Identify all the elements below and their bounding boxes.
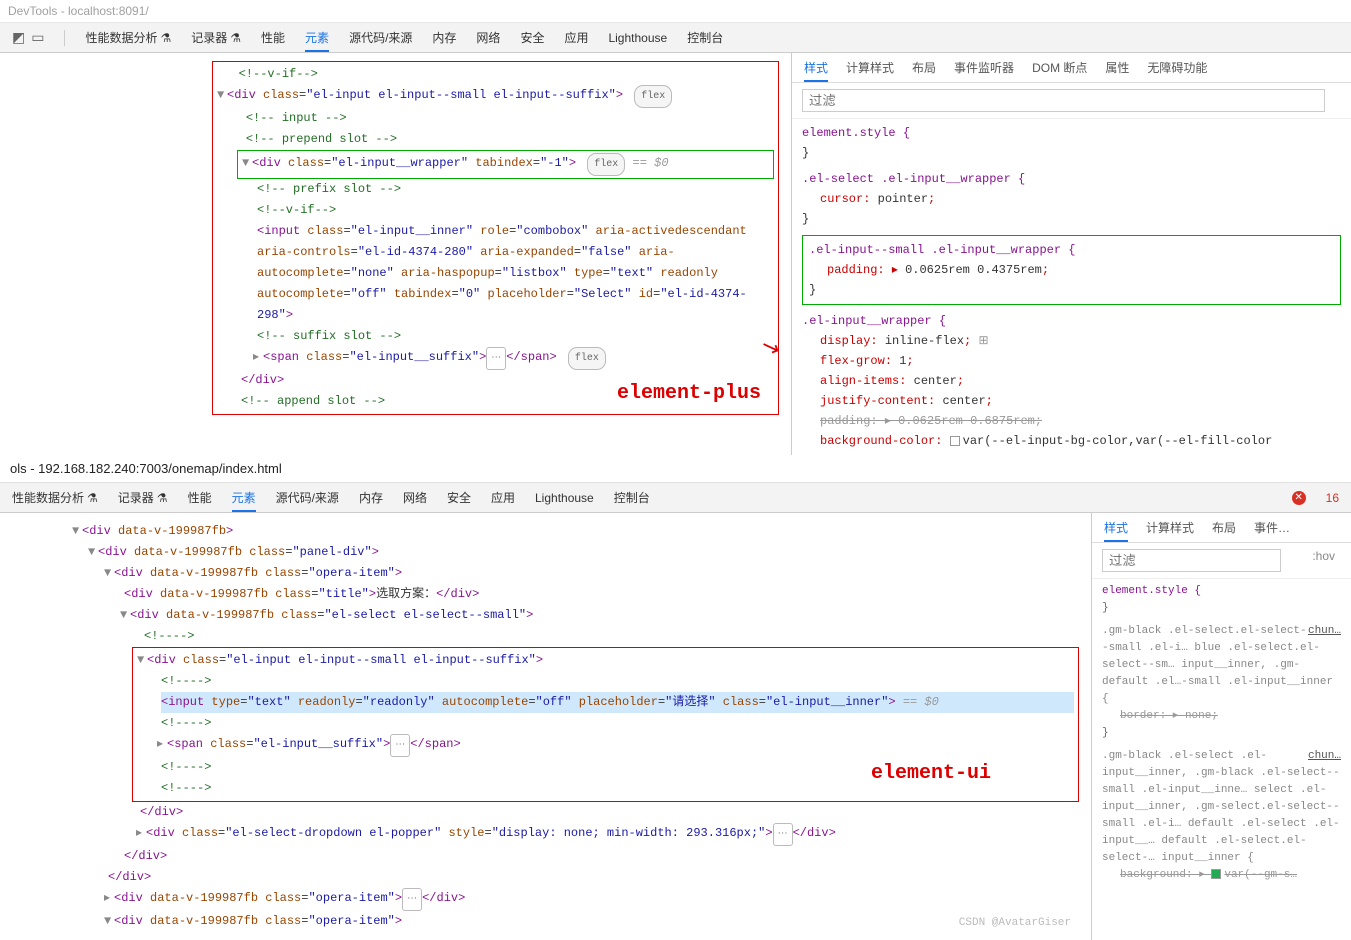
flask-icon: ⚗ <box>230 31 241 45</box>
tab-performance[interactable]: 性能 <box>261 29 285 46</box>
devtools-toolbar-2: 性能数据分析 ⚗ 记录器 ⚗ 性能 元素 源代码/来源 内存 网络 安全 应用 … <box>0 483 1351 513</box>
hov-toggle[interactable]: :hov <box>1312 549 1335 563</box>
devtools-toolbar-1: ◩ ▭ 性能数据分析 ⚗ 记录器 ⚗ 性能 元素 源代码/来源 内存 网络 安全… <box>0 23 1351 53</box>
inspect-icon[interactable]: ◩ <box>12 29 25 46</box>
styles-tab-dombreak[interactable]: DOM 断点 <box>1032 59 1087 76</box>
styles-pane-2: 样式 计算样式 布局 事件… :hov element.style { } ch… <box>1091 513 1351 940</box>
dom-tree-2[interactable]: ▼<div data-v-199987fb> ▼<div data-v-1999… <box>0 513 1091 940</box>
styles-tab-listeners[interactable]: 事件监听器 <box>954 59 1014 76</box>
window-title-2: ols - 192.168.182.240:7003/onemap/index.… <box>0 455 1351 483</box>
tab2-network[interactable]: 网络 <box>403 489 427 506</box>
tab2-lighthouse[interactable]: Lighthouse <box>535 491 594 505</box>
tab-elements[interactable]: 元素 <box>305 29 329 52</box>
styles-tab-computed[interactable]: 计算样式 <box>846 59 894 76</box>
tab2-perf-insights[interactable]: 性能数据分析 ⚗ <box>12 489 98 506</box>
tab-application[interactable]: 应用 <box>564 29 588 46</box>
tab-sources[interactable]: 源代码/来源 <box>349 29 412 46</box>
styles-tab-a11y[interactable]: 无障碍功能 <box>1147 59 1207 76</box>
styles-pane-1: 样式 计算样式 布局 事件监听器 DOM 断点 属性 无障碍功能 ↘ eleme… <box>791 53 1351 455</box>
tab2-application[interactable]: 应用 <box>491 489 515 506</box>
window-title-1: DevTools - localhost:8091/ <box>0 0 1351 23</box>
tab2-performance[interactable]: 性能 <box>188 489 212 506</box>
device-icon[interactable]: ▭ <box>31 29 44 46</box>
tab2-sources[interactable]: 源代码/来源 <box>276 489 339 506</box>
flask-icon: ⚗ <box>160 31 171 45</box>
styles2-tab-computed[interactable]: 计算样式 <box>1146 519 1194 536</box>
watermark: CSDN @AvatarGiser <box>959 913 1071 934</box>
styles2-tab-styles[interactable]: 样式 <box>1104 519 1128 542</box>
dom-tree-1[interactable]: <!--v-if--> ▼<div class="el-input el-inp… <box>0 53 791 455</box>
styles-tab-layout[interactable]: 布局 <box>912 59 936 76</box>
styles-tab-props[interactable]: 属性 <box>1105 59 1129 76</box>
tab-security[interactable]: 安全 <box>520 29 544 46</box>
styles-tab-styles[interactable]: 样式 <box>804 59 828 82</box>
tab2-security[interactable]: 安全 <box>447 489 471 506</box>
error-count-badge[interactable]: ✕ <box>1292 491 1306 505</box>
tab-memory[interactable]: 内存 <box>432 29 456 46</box>
source-link[interactable]: chun… <box>1308 623 1341 640</box>
styles-filter-input[interactable] <box>802 89 1325 112</box>
tab-network[interactable]: 网络 <box>476 29 500 46</box>
tab-recorder[interactable]: 记录器 ⚗ <box>191 29 241 46</box>
error-count: 16 <box>1326 491 1339 505</box>
flex-badge[interactable]: flex <box>634 85 672 108</box>
source-link[interactable]: chun… <box>1308 748 1341 765</box>
tab2-elements[interactable]: 元素 <box>232 489 256 512</box>
styles2-tab-events[interactable]: 事件… <box>1254 519 1290 536</box>
tab-perf-insights[interactable]: 性能数据分析 ⚗ <box>85 29 171 46</box>
tab-console[interactable]: 控制台 <box>687 29 723 46</box>
tab2-recorder[interactable]: 记录器 ⚗ <box>118 489 168 506</box>
styles2-filter-input[interactable] <box>1102 549 1281 572</box>
styles2-tab-layout[interactable]: 布局 <box>1212 519 1236 536</box>
tab2-memory[interactable]: 内存 <box>359 489 383 506</box>
tab-lighthouse[interactable]: Lighthouse <box>608 31 667 45</box>
toolbar-icon-group: ◩ ▭ <box>12 29 44 46</box>
tab2-console[interactable]: 控制台 <box>614 489 650 506</box>
